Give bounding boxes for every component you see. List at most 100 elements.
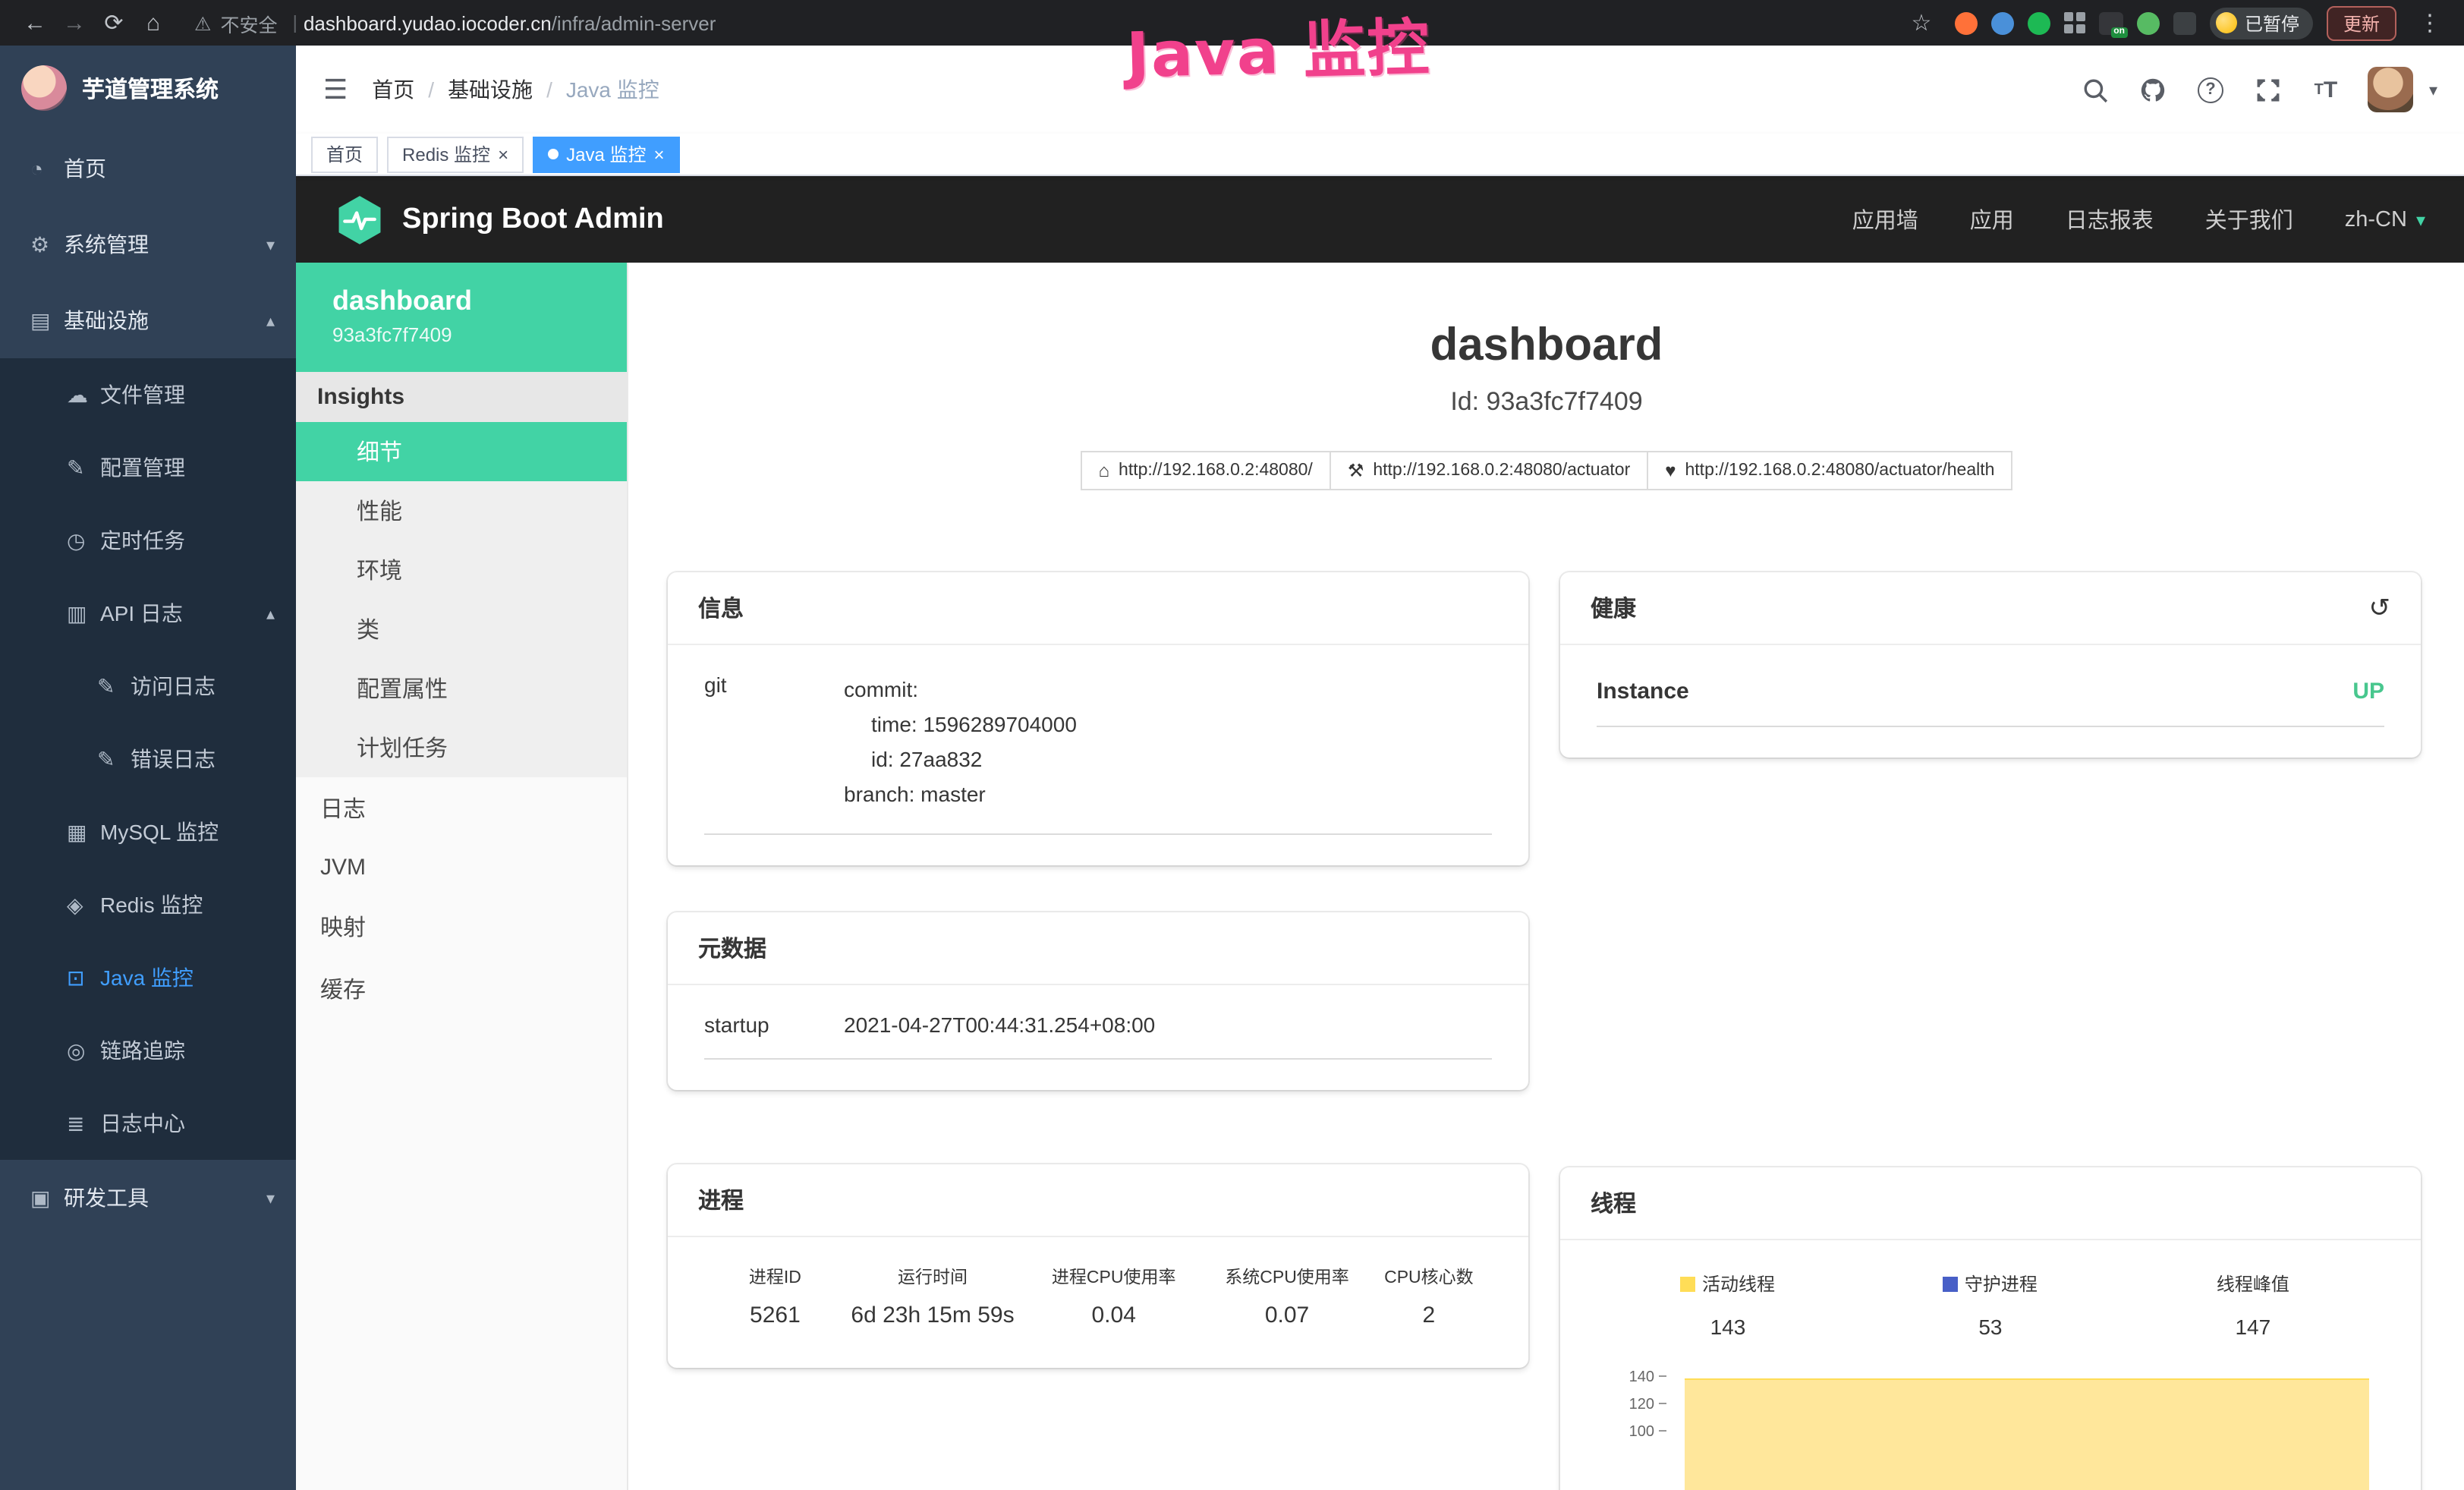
instance-nav-mappings[interactable]: 映射 (296, 896, 627, 958)
sba-nav-applications[interactable]: 应用 (1970, 203, 2014, 235)
threads-chart: 140 120 100 (1597, 1363, 2384, 1490)
instance-nav-classes[interactable]: 类 (296, 600, 627, 659)
user-avatar[interactable] (2368, 67, 2414, 112)
instance-nav-jvm[interactable]: JVM (296, 840, 627, 896)
instance-nav-metrics[interactable]: 性能 (296, 481, 627, 540)
service-url-link[interactable]: ⌂ http://192.168.0.2:48080/ (1081, 451, 1331, 490)
health-card-title: 健康 (1591, 592, 1636, 624)
sba-brand-title[interactable]: Spring Boot Admin (402, 203, 664, 236)
breadcrumb-current: Java 监控 (566, 74, 659, 105)
app-sidebar: 芋道管理系统 ◔ 首页 ⚙ 系统管理 ▾ ▤ 基础设施 ▴ ☁ 文件管理 (0, 46, 296, 1490)
url-host[interactable]: dashboard.yudao.iocoder.cn (304, 11, 552, 34)
sidebar-item-scheduled-tasks[interactable]: ◷ 定时任务 (0, 504, 296, 577)
back-icon[interactable]: ← (15, 10, 55, 36)
tags-view-bar: 首页 Redis 监控 × Java 监控 × (296, 134, 2464, 176)
sidebar-menu: ◔ 首页 ⚙ 系统管理 ▾ ▤ 基础设施 ▴ ☁ 文件管理 ✎ 配置管 (0, 131, 296, 1236)
fullscreen-icon[interactable] (2253, 74, 2283, 105)
process-col-header: CPU核心数 (1366, 1265, 1492, 1289)
extension-leaf-icon[interactable] (2137, 11, 2160, 34)
url-path[interactable]: /infra/admin-server (552, 11, 716, 34)
tab-redis-monitor[interactable]: Redis 监控 × (387, 136, 524, 172)
instance-nav-scheduled-tasks[interactable]: 计划任务 (296, 718, 627, 777)
metadata-card-title: 元数据 (698, 932, 766, 964)
browser-menu-icon[interactable]: ⋮ (2410, 9, 2450, 36)
forward-icon[interactable]: → (55, 10, 94, 36)
sidebar-item-error-logs[interactable]: ✎ 错误日志 (0, 723, 296, 795)
search-icon[interactable] (2080, 74, 2110, 105)
browser-home-icon[interactable]: ⌂ (134, 10, 173, 36)
sidebar-item-dev-tools[interactable]: ▣ 研发工具 ▾ (0, 1160, 296, 1236)
font-size-icon[interactable]: TT (2311, 74, 2341, 105)
sba-locale-select[interactable]: zh-CN ▾ (2345, 207, 2425, 232)
sidebar-item-mysql-monitor[interactable]: ▦ MySQL 监控 (0, 795, 296, 868)
git-id-line: id: 27aa832 (844, 742, 1492, 777)
instance-nav-loggers[interactable]: 日志 (296, 777, 627, 840)
breadcrumb-infrastructure[interactable]: 基础设施 (448, 74, 533, 105)
actuator-url-link[interactable]: ⚒ http://192.168.0.2:48080/actuator (1330, 451, 1648, 490)
system-cpu: 0.07 (1208, 1303, 1366, 1328)
process-col-header: 运行时间 (846, 1265, 1019, 1289)
sidebar-item-api-logs[interactable]: ▥ API 日志 ▴ (0, 577, 296, 650)
breadcrumb-separator: / (546, 77, 552, 102)
reload-icon[interactable]: ⟳ (94, 9, 134, 36)
paused-badge[interactable]: 已暂停 (2210, 7, 2313, 39)
tab-java-monitor[interactable]: Java 监控 × (533, 136, 679, 172)
history-icon[interactable]: ↺ (2369, 593, 2391, 623)
info-key: git (704, 673, 844, 812)
instance-nav-caches[interactable]: 缓存 (296, 958, 627, 1020)
legend-live-threads: 活动线程 143 (1597, 1271, 1859, 1339)
on-badge: on (2110, 27, 2128, 37)
github-icon[interactable] (2138, 74, 2168, 105)
t-big: T (2324, 77, 2337, 102)
link-label: http://192.168.0.2:48080/ (1119, 461, 1313, 480)
legend-label: 守护进程 (1965, 1274, 2038, 1295)
close-icon[interactable]: × (498, 143, 508, 165)
extension-on-icon[interactable]: on (2099, 11, 2123, 34)
sidebar-item-config-management[interactable]: ✎ 配置管理 (0, 431, 296, 504)
sidebar-item-access-logs[interactable]: ✎ 访问日志 (0, 650, 296, 723)
chrome-update-button[interactable]: 更新 (2327, 5, 2396, 40)
insights-section-label: Insights (296, 372, 627, 422)
sidebar-item-redis-monitor[interactable]: ◈ Redis 监控 (0, 868, 296, 941)
tab-label: Redis 监控 (402, 141, 490, 167)
health-instance-row: Instance UP (1597, 666, 2384, 727)
bookmark-star-icon[interactable]: ☆ (1902, 9, 1941, 36)
sidebar-item-trace[interactable]: ◎ 链路追踪 (0, 1014, 296, 1087)
info-git-row: git commit: time: 1596289704000 id: 27aa… (704, 666, 1492, 835)
app-logo[interactable]: 芋道管理系统 (0, 46, 296, 131)
instance-nav-config-props[interactable]: 配置属性 (296, 659, 627, 718)
instance-nav-environment[interactable]: 环境 (296, 540, 627, 600)
sidebar-item-label: 链路追踪 (100, 1035, 185, 1066)
sidebar-item-home[interactable]: ◔ 首页 (0, 131, 296, 206)
sidebar-item-infrastructure[interactable]: ▤ 基础设施 ▴ (0, 282, 296, 358)
tab-home[interactable]: 首页 (311, 136, 378, 172)
sba-nav-wallboard[interactable]: 应用墙 (1852, 203, 1918, 235)
cpu-cores: 2 (1366, 1303, 1492, 1328)
process-pid: 5261 (704, 1303, 846, 1328)
health-url-link[interactable]: ♥ http://192.168.0.2:48080/actuator/heal… (1647, 451, 2012, 490)
paused-label: 已暂停 (2245, 10, 2299, 36)
breadcrumb-home[interactable]: 首页 (372, 74, 414, 105)
threads-chart-area (1685, 1378, 2369, 1490)
tab-label: Java 监控 (566, 141, 646, 167)
instance-header[interactable]: dashboard 93a3fc7f7409 (296, 263, 627, 372)
sidebar-item-log-center[interactable]: ≣ 日志中心 (0, 1087, 296, 1160)
extension-green-icon[interactable] (2028, 11, 2050, 34)
hamburger-icon[interactable]: ☰ (323, 74, 348, 106)
sidebar-item-java-monitor[interactable]: ⊡ Java 监控 (0, 941, 296, 1014)
sidebar-item-file-management[interactable]: ☁ 文件管理 (0, 358, 296, 431)
extension-drop-icon[interactable] (1991, 11, 2014, 34)
smiley-icon (2216, 12, 2237, 33)
extension-grid-icon[interactable] (2064, 12, 2085, 33)
sba-nav-about[interactable]: 关于我们 (2205, 203, 2293, 235)
sba-nav-journal[interactable]: 日志报表 (2066, 203, 2154, 235)
instance-nav-details[interactable]: 细节 (296, 422, 627, 481)
sidebar-item-system-management[interactable]: ⚙ 系统管理 ▾ (0, 206, 296, 282)
instance-name: dashboard (332, 285, 590, 317)
close-icon[interactable]: × (653, 143, 664, 165)
help-icon[interactable]: ? (2195, 74, 2226, 105)
extension-puzzle-icon[interactable] (2173, 11, 2196, 34)
extension-fox-icon[interactable] (1955, 11, 1978, 34)
site-security-chip[interactable]: ⚠ 不安全 | (194, 8, 304, 37)
page-subtitle: Id: 93a3fc7f7409 (628, 387, 2464, 417)
